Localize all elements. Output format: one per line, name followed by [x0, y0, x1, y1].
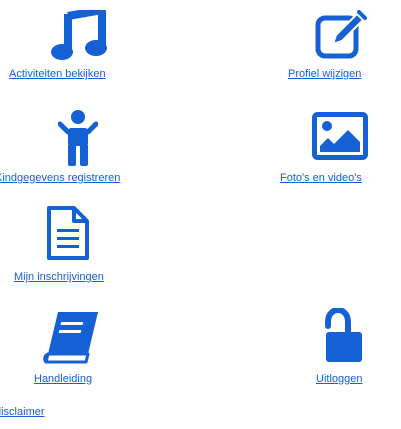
unlock-icon	[324, 308, 364, 364]
book-icon	[42, 310, 102, 366]
registrations-link[interactable]: Mijn inschrijvingen	[0, 195, 180, 285]
menu-page: Activiteiten bekijken Profiel wijzigen K…	[0, 0, 401, 429]
logout-label[interactable]: Uitloggen	[316, 373, 362, 386]
logout-link[interactable]: Uitloggen	[260, 298, 401, 388]
child-data-link[interactable]: Kindgegevens registreren	[0, 100, 180, 190]
image-icon	[312, 112, 368, 160]
manual-link[interactable]: Handleiding	[0, 298, 180, 388]
profile-link[interactable]: Profiel wijzigen	[260, 0, 401, 90]
activities-label[interactable]: Activiteiten bekijken	[9, 68, 106, 81]
edit-icon	[315, 8, 367, 60]
music-note-icon	[50, 10, 110, 62]
disclaimer-link[interactable]: disclaimer	[0, 404, 120, 424]
photos-label[interactable]: Foto's en video's	[280, 172, 362, 185]
disclaimer-label[interactable]: disclaimer	[0, 406, 45, 419]
child-data-label[interactable]: Kindgegevens registreren	[0, 172, 120, 185]
child-icon	[58, 110, 98, 168]
photos-link[interactable]: Foto's en video's	[260, 100, 401, 190]
registrations-label[interactable]: Mijn inschrijvingen	[14, 271, 104, 284]
activities-link[interactable]: Activiteiten bekijken	[0, 0, 180, 90]
manual-label[interactable]: Handleiding	[34, 373, 92, 386]
document-icon	[46, 205, 90, 261]
profile-label[interactable]: Profiel wijzigen	[288, 68, 361, 81]
